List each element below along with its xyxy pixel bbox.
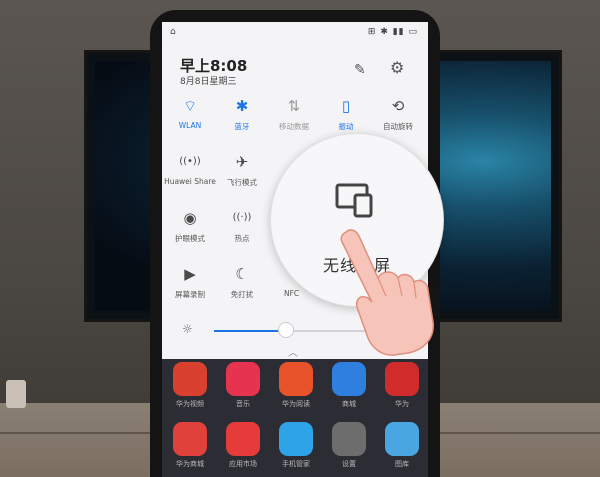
- tile-hotspot[interactable]: ((·)) 热点: [214, 208, 270, 244]
- tile-screen-record[interactable]: ▶ 屏幕录制: [162, 264, 218, 300]
- brightness-low-icon: ☼: [182, 322, 193, 336]
- app-gallery[interactable]: 图库: [382, 422, 422, 469]
- tile-do-not-disturb[interactable]: ☾ 免打扰: [214, 264, 270, 300]
- screen-record-icon: ▶: [184, 265, 196, 283]
- pointing-hand: [340, 229, 434, 356]
- app-label: 图库: [395, 460, 409, 468]
- app-label: 手机管家: [282, 460, 310, 468]
- vibrate-icon: ▯: [341, 97, 351, 115]
- app-huawei-video[interactable]: 华为视频: [170, 362, 210, 409]
- app-icon: [173, 422, 207, 456]
- airplane-icon: ✈: [235, 153, 249, 171]
- app-huawei-reading[interactable]: 华为阅读: [276, 362, 316, 409]
- tile-label: WLAN: [178, 121, 202, 130]
- status-icons: ⊞ ✱ ▮▮ ▭: [367, 27, 418, 37]
- app-label: 设置: [342, 460, 356, 468]
- app-icon: [226, 422, 260, 456]
- tile-label: 飞行模式: [227, 178, 257, 187]
- tile-label: Huawei Share: [164, 177, 216, 186]
- tile-mobile-data[interactable]: ⇅ 移动数据: [266, 96, 322, 132]
- gear-icon[interactable]: ⚙: [390, 58, 404, 77]
- tile-label: 屏幕录制: [175, 290, 205, 299]
- status-bar: ⌂ ⊞ ✱ ▮▮ ▭: [162, 22, 428, 44]
- app-store[interactable]: 商城: [329, 362, 369, 409]
- tile-eye-comfort[interactable]: ◉ 护眼模式: [162, 208, 218, 244]
- sim-icon: ⌂: [170, 27, 176, 37]
- app-icon: [173, 362, 207, 396]
- chevron-up-icon[interactable]: ︿: [288, 344, 298, 359]
- decoration: [6, 380, 26, 408]
- app-label: 华为商城: [176, 460, 204, 468]
- clock-date: 8月8日星期三: [180, 77, 237, 87]
- mobile-data-icon: ⇅: [287, 97, 301, 115]
- tile-bluetooth[interactable]: ✱ 蓝牙: [214, 96, 270, 132]
- tile-label: 蓝牙: [234, 122, 250, 131]
- app-huawei-mall[interactable]: 华为商城: [170, 422, 210, 469]
- app-icon: [332, 362, 366, 396]
- app-label: 音乐: [236, 400, 250, 408]
- wifi-icon: ⌔: [182, 97, 198, 115]
- app-icon: [332, 422, 366, 456]
- app-huawei[interactable]: 华为: [382, 362, 422, 409]
- app-icon: [385, 422, 419, 456]
- do-not-disturb-icon: ☾: [235, 265, 249, 283]
- app-label: 华为: [395, 400, 409, 408]
- bluetooth-icon: ✱: [235, 97, 249, 115]
- tile-label: 护眼模式: [175, 234, 205, 243]
- app-label: 应用市场: [229, 460, 257, 468]
- app-label: 商城: [342, 400, 356, 408]
- tile-huawei-share[interactable]: ((•)) Huawei Share: [162, 152, 218, 186]
- app-music[interactable]: 音乐: [223, 362, 263, 409]
- clock-time: 早上8:08: [180, 57, 248, 75]
- tile-wlan[interactable]: ⌔ WLAN: [162, 96, 218, 130]
- brightness-knob[interactable]: [278, 322, 294, 338]
- app-settings[interactable]: 设置: [329, 422, 369, 469]
- tile-label: 移动数据: [279, 122, 309, 131]
- app-label: 华为阅读: [282, 400, 310, 408]
- tile-label: 自动旋转: [383, 122, 413, 131]
- app-phone-manager[interactable]: 手机管家: [276, 422, 316, 469]
- app-label: 华为视频: [176, 400, 204, 408]
- app-icon: [385, 362, 419, 396]
- brightness-fill: [214, 330, 286, 332]
- wireless-projection-icon: [335, 183, 373, 218]
- app-icon: [279, 362, 313, 396]
- tile-label: 免打扰: [230, 290, 254, 299]
- tile-airplane-mode[interactable]: ✈ 飞行模式: [214, 152, 270, 188]
- tile-label: 热点: [234, 234, 250, 243]
- hotspot-icon: ((·)): [232, 212, 252, 223]
- eye-comfort-icon: ◉: [183, 209, 197, 227]
- tile-auto-rotate[interactable]: ⟲ 自动旋转: [370, 96, 426, 132]
- app-icon: [279, 422, 313, 456]
- tile-label: 振动: [338, 122, 354, 131]
- app-icon: [226, 362, 260, 396]
- huawei-share-icon: ((•)): [179, 156, 201, 167]
- tile-vibrate[interactable]: ▯ 振动: [318, 96, 374, 132]
- rotate-icon: ⟲: [391, 97, 405, 115]
- edit-icon[interactable]: ✎: [354, 62, 366, 78]
- app-app-market[interactable]: 应用市场: [223, 422, 263, 469]
